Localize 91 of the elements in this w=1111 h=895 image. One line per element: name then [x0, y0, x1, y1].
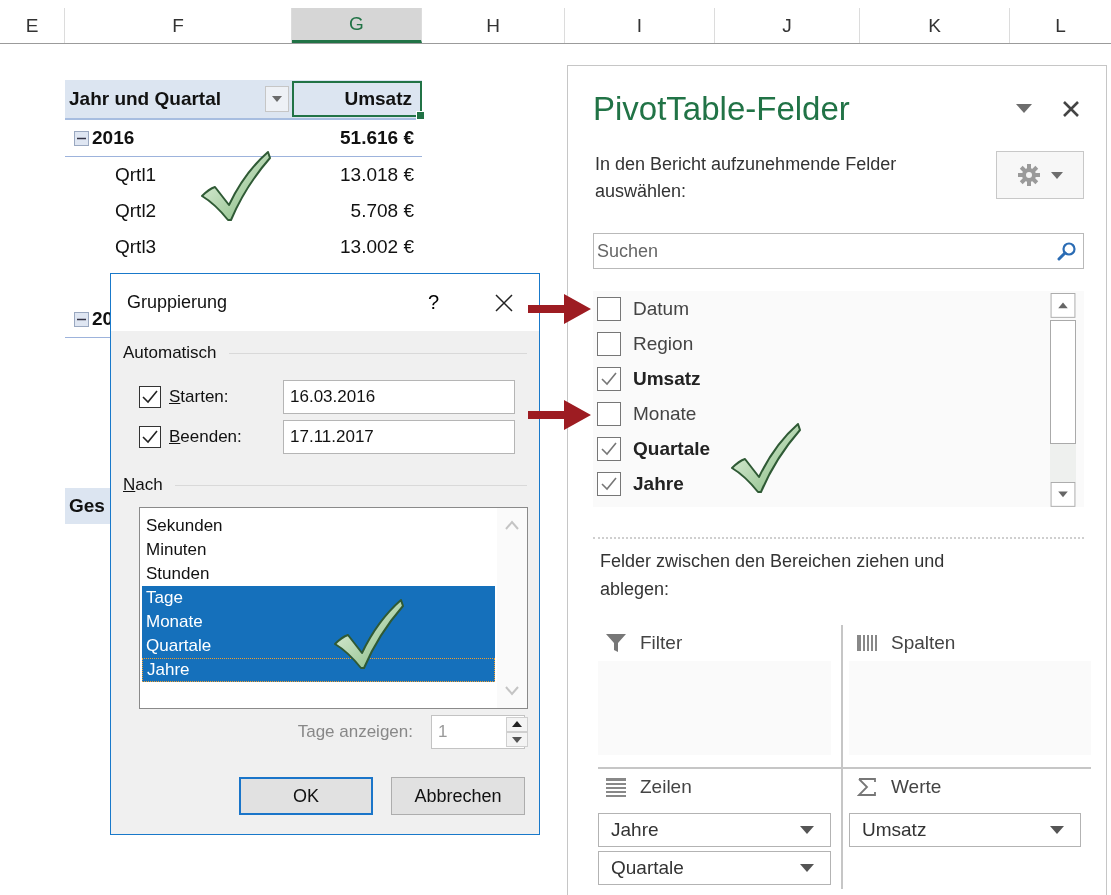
help-button[interactable]: ? [421, 291, 445, 314]
column-header[interactable]: H [422, 8, 565, 43]
checkmark-icon [333, 598, 405, 670]
table-header[interactable]: Umsatz [292, 81, 422, 117]
column-header[interactable]: L [1010, 8, 1111, 43]
field-label[interactable]: Datum [633, 297, 689, 320]
filter-dropdown-button[interactable] [265, 86, 289, 112]
caret-icon [1051, 171, 1063, 179]
field-dropdown[interactable]: Jahre [598, 813, 831, 847]
field-label: Tage anzeigen: [297, 722, 413, 742]
checkbox-label: Beenden: [169, 427, 242, 447]
instruction-text: In den Bericht aufzunehmende Felder auswählen: [594, 153, 898, 203]
fill-handle[interactable] [416, 111, 425, 120]
table-cell: Ges [69, 495, 105, 517]
field-dropdown[interactable]: Umsatz [849, 813, 1081, 847]
table-cell: 2016 [92, 127, 135, 149]
table-header: Jahr und Quartal [68, 88, 223, 110]
field-label[interactable]: Jahre [633, 472, 684, 495]
table-cell-text: 13.002 € [339, 236, 415, 258]
field-label[interactable]: Quartale [633, 437, 711, 460]
checkbox[interactable] [597, 296, 621, 321]
table-cell-text: 13.018 € [339, 164, 415, 186]
table-cell: Qrtl1 [115, 164, 157, 186]
rows-icon [606, 777, 626, 797]
filter-icon [606, 633, 626, 653]
sigma-icon [857, 777, 877, 797]
search-icon [1057, 241, 1077, 261]
list-item[interactable]: Sekunden [142, 514, 495, 538]
list-item[interactable]: Tage [142, 586, 495, 610]
scroll-up-icon [505, 520, 519, 530]
column-header[interactable]: G [292, 8, 422, 43]
area-label: Zeilen [640, 776, 692, 798]
scroll-thumb[interactable] [1050, 319, 1076, 444]
checkbox[interactable] [597, 401, 621, 426]
area-label: Werte [891, 776, 942, 798]
date-field[interactable]: 16.03.2016 [283, 380, 515, 414]
table-cell-text: 5.708 € [349, 200, 415, 222]
list-item[interactable]: Stunden [142, 562, 495, 586]
interval-listbox[interactable]: Sekunden Minuten Stunden Tage Monate Quartale Jahre [139, 507, 528, 709]
caret-icon [272, 96, 282, 102]
list-item[interactable]: Minuten [142, 538, 495, 562]
dialog-title: Gruppierung [127, 292, 229, 313]
group-label: Automatisch [123, 343, 217, 363]
scrollbar[interactable] [1050, 291, 1076, 507]
caret-icon [1016, 104, 1032, 113]
column-header[interactable]: J [715, 8, 860, 43]
field-label[interactable]: Umsatz [633, 367, 701, 390]
column-header[interactable]: I [565, 8, 715, 43]
checkbox[interactable] [597, 436, 621, 461]
table-cell: Qrtl2 [115, 200, 157, 222]
spin-up-icon[interactable] [506, 717, 528, 732]
search-field[interactable]: Suchen [594, 239, 1057, 263]
pane-title: PivotTable-Felder [593, 89, 851, 128]
list-item[interactable]: Jahre [142, 658, 495, 682]
area-label: Filter [640, 632, 683, 654]
checkmark-icon [200, 150, 272, 222]
date-field[interactable]: 17.11.2017 [283, 420, 515, 454]
caret-icon [800, 864, 814, 872]
instruction-text: Felder zwischen den Bereichen ziehen und ablegen: [599, 550, 946, 601]
checkbox-label: Starten: [169, 387, 229, 407]
caret-icon [800, 826, 814, 834]
checkbox[interactable] [597, 471, 621, 496]
pointer-arrow [528, 398, 592, 432]
cancel-button[interactable]: Abbrechen [391, 777, 525, 815]
search-box[interactable]: Suchen [593, 233, 1084, 269]
table-cell-text: 51.616 € [339, 127, 415, 149]
checkbox[interactable] [139, 386, 161, 408]
pointer-arrow [528, 292, 592, 326]
scroll-down-icon [505, 686, 519, 696]
checkbox[interactable] [597, 366, 621, 391]
checkbox[interactable] [139, 426, 161, 448]
checkbox[interactable] [597, 331, 621, 356]
list-item[interactable]: Monate [142, 610, 495, 634]
field-dropdown[interactable]: Quartale [598, 851, 831, 885]
close-button[interactable] [493, 291, 515, 314]
field-label[interactable]: Monate [633, 402, 697, 425]
area-label: Spalten [891, 632, 956, 654]
close-icon [495, 293, 513, 312]
column-header[interactable]: E [0, 8, 65, 43]
list-item[interactable]: Quartale [142, 634, 495, 658]
tools-button[interactable] [996, 151, 1084, 199]
checkmark-icon [730, 422, 802, 494]
columns-icon [857, 633, 877, 653]
caret-icon [1050, 826, 1064, 834]
column-header[interactable]: K [860, 8, 1010, 43]
group-label: Nach [123, 475, 163, 495]
close-icon [1062, 99, 1080, 118]
ok-button[interactable]: OK [239, 777, 373, 815]
table-cell: Qrtl3 [115, 236, 157, 258]
spin-down-icon[interactable] [506, 732, 528, 747]
field-label[interactable]: Region [633, 332, 694, 355]
